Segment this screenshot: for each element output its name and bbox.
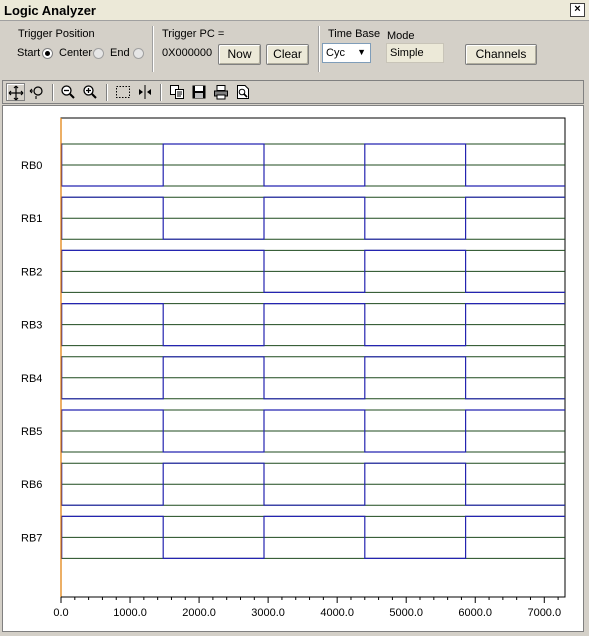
- separator: [152, 26, 154, 72]
- print-button[interactable]: [212, 83, 231, 101]
- settings-panel: Trigger Position Start Center End Trigge…: [0, 21, 589, 75]
- copy-icon: [170, 85, 184, 99]
- trigger-end-radio[interactable]: [133, 48, 144, 59]
- trigger-start-radio[interactable]: [42, 48, 53, 59]
- zoom-in-button[interactable]: [81, 83, 100, 101]
- cursor-marker-button[interactable]: [136, 83, 155, 101]
- trigger-pc-value: 0X000000: [162, 47, 213, 59]
- window-title: Logic Analyzer: [4, 3, 96, 18]
- channel-label: RB3: [21, 320, 42, 332]
- mode-value: Simple: [386, 43, 444, 63]
- clear-button[interactable]: Clear: [266, 44, 309, 65]
- toolbar: [2, 80, 584, 104]
- channel-label: RB7: [21, 532, 42, 544]
- waveform-panel: RB0 RB1 RB2 RB3 RB4 RB5 RB6 RB7 0.0 1000.0 2000.0…: [2, 105, 584, 632]
- trigger-pc-label: Trigger PC =: [162, 28, 225, 40]
- x-tick-label: 6000.0: [458, 607, 492, 619]
- x-tick-label: 0.0: [53, 607, 68, 619]
- channels-button[interactable]: Channels: [465, 44, 537, 65]
- x-tick-label: 5000.0: [389, 607, 423, 619]
- trigger-start-label: Start: [17, 47, 41, 59]
- x-tick-label: 7000.0: [527, 607, 561, 619]
- time-base-value: Cyc: [326, 47, 345, 59]
- move-icon: [8, 85, 24, 101]
- save-icon: [192, 85, 206, 99]
- x-tick-label: 3000.0: [251, 607, 285, 619]
- x-tick-label: 2000.0: [182, 607, 216, 619]
- time-base-select[interactable]: Cyc ▼: [322, 43, 371, 63]
- separator: [160, 84, 162, 101]
- separator: [318, 26, 320, 72]
- print-preview-button[interactable]: [234, 83, 253, 101]
- title-bar: Logic Analyzer ×: [0, 0, 589, 21]
- channel-label: RB0: [21, 160, 42, 172]
- channel-label: RB4: [21, 373, 42, 385]
- zoom-select-icon: [29, 86, 43, 99]
- print-icon: [214, 85, 228, 100]
- x-tick-label: 1000.0: [113, 607, 147, 619]
- x-tick-label: 4000.0: [320, 607, 354, 619]
- save-button[interactable]: [190, 83, 209, 101]
- separator: [52, 84, 54, 101]
- zoom-in-icon: [83, 85, 97, 99]
- now-button[interactable]: Now: [218, 44, 261, 65]
- trigger-end-label: End: [110, 47, 130, 59]
- channel-label: RB6: [21, 479, 42, 491]
- cursor-marker-icon: [139, 85, 151, 99]
- zoom-out-button[interactable]: [59, 83, 78, 101]
- mode-label: Mode: [387, 30, 415, 42]
- channel-label: RB2: [21, 266, 42, 278]
- plot-border: [60, 117, 566, 598]
- time-base-label: Time Base: [328, 28, 381, 40]
- print-preview-icon: [237, 85, 249, 99]
- select-region-icon: [116, 86, 130, 98]
- channel-label: RB1: [21, 213, 42, 225]
- close-button[interactable]: ×: [570, 3, 585, 17]
- zoom-out-icon: [61, 85, 75, 99]
- trigger-position-label: Trigger Position: [18, 28, 95, 40]
- trigger-center-label: Center: [59, 47, 93, 59]
- separator: [106, 84, 108, 101]
- channel-label: RB5: [21, 426, 42, 438]
- select-region-button[interactable]: [114, 83, 133, 101]
- trigger-center-radio[interactable]: [93, 48, 104, 59]
- copy-button[interactable]: [168, 83, 187, 101]
- chevron-down-icon: ▼: [357, 47, 366, 57]
- waveform-chart[interactable]: RB0 RB1 RB2 RB3 RB4 RB5 RB6 RB7 0.0 1000.0 2000.0…: [3, 106, 583, 631]
- zoom-select-button[interactable]: [28, 83, 47, 101]
- move-tool-button[interactable]: [6, 83, 25, 101]
